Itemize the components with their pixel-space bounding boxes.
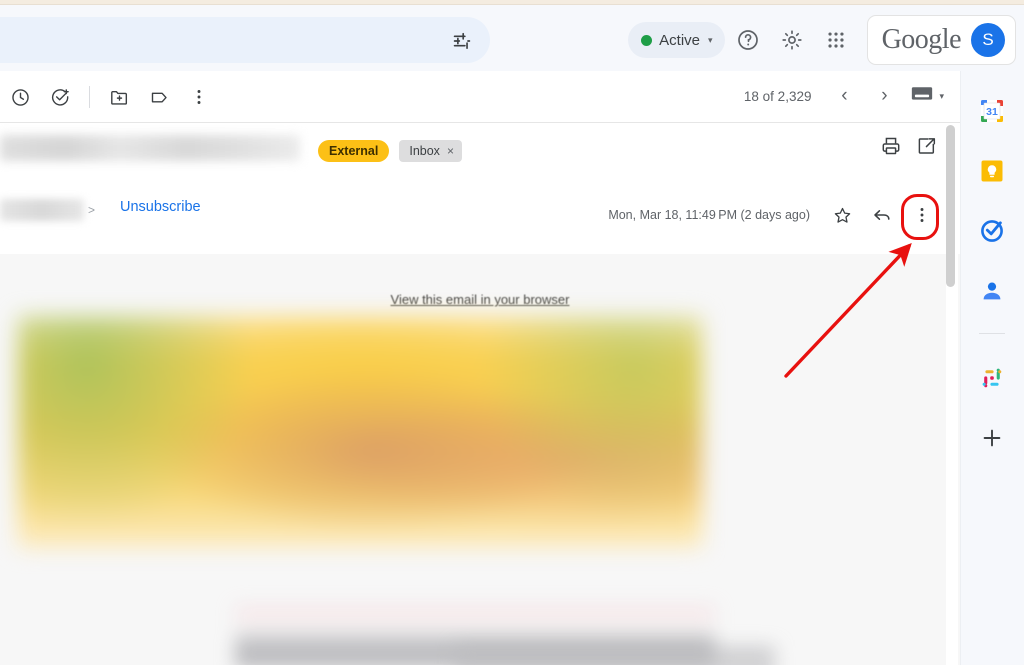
filter-tune-icon[interactable] [448,29,476,53]
star-button[interactable] [824,197,860,233]
status-badge[interactable]: Active ▾ [628,22,725,58]
folder-move-icon[interactable] [99,77,139,117]
email-banner-image-redacted [18,316,702,548]
sender-row: > Unsubscribe Mon, Mar 18, 11:49 PM (2 d… [0,185,960,251]
message-row-actions: Mon, Mar 18, 11:49 PM (2 days ago) [608,197,940,233]
label-chip-inbox[interactable]: Inbox × [399,140,462,162]
sender-name-redacted [0,199,84,221]
close-icon[interactable]: × [447,144,454,158]
google-tasks-icon[interactable] [972,211,1012,251]
message-more-button[interactable] [904,197,940,233]
unsubscribe-link[interactable]: Unsubscribe [120,199,201,215]
expand-details-caret[interactable]: > [88,203,95,217]
side-panel: 31 [960,71,1024,665]
gear-icon[interactable] [771,19,813,61]
app-header: Active ▾ Google S [0,5,1024,71]
google-calendar-icon[interactable]: 31 [972,91,1012,131]
status-badge-external[interactable]: External [318,140,390,162]
google-wordmark: Google [881,24,962,55]
message-body: View this email in your browser [0,254,960,665]
header-right-cluster: Active ▾ Google S [628,14,1016,66]
subject-text-redacted [0,135,300,161]
message-date: Mon, Mar 18, 11:49 PM (2 days ago) [608,208,810,222]
status-dot [641,34,653,46]
chevron-down-icon: ▾ [708,34,713,45]
message-header-actions [880,135,938,162]
previous-page-button[interactable]: ‹ [825,77,863,115]
message-scrollbar[interactable] [946,123,958,665]
message-pane: External Inbox × > Unsubscribe Mon, Mar … [0,123,960,665]
search-input[interactable] [0,17,490,63]
svg-text:31: 31 [986,106,998,118]
side-panel-divider [960,71,961,665]
chevron-down-icon: ▾ [939,90,944,101]
avatar[interactable]: S [971,23,1005,57]
label-chips: External Inbox × [318,140,462,162]
toolbar-left-actions [0,77,219,117]
open-in-new-icon[interactable] [916,135,938,162]
scrollbar-thumb[interactable] [946,125,955,287]
apps-grid-icon[interactable] [815,19,857,61]
keyboard-icon [911,85,933,107]
add-to-tasks-button[interactable] [40,77,80,117]
email-body-text-redacted-2 [455,646,775,665]
status-label: Active [659,31,701,49]
google-keep-icon[interactable] [972,151,1012,191]
pagination-count: 18 of 2,329 [743,88,812,104]
print-icon[interactable] [880,135,902,162]
more-options-button[interactable] [179,77,219,117]
google-account-box[interactable]: Google S [866,15,1016,65]
input-tools-button[interactable]: ▾ [905,77,950,115]
slack-icon[interactable] [972,358,1012,398]
label-chip-inbox-text: Inbox [409,144,440,158]
side-panel-separator [979,333,1005,334]
gmail-window: Active ▾ Google S 18 of 2,329 ‹ › ▾ Exte… [0,0,1024,665]
subject-row: External Inbox × [0,123,960,185]
toolbar-divider [89,86,90,108]
google-contacts-icon[interactable] [972,271,1012,311]
help-icon[interactable] [727,19,769,61]
reply-button[interactable] [864,197,900,233]
snooze-button[interactable] [0,77,40,117]
toolbar-right-actions: 18 of 2,329 ‹ › ▾ [744,77,950,115]
message-toolbar: 18 of 2,329 ‹ › ▾ [0,71,960,123]
label-tag-icon[interactable] [139,77,179,117]
next-page-button[interactable]: › [865,77,903,115]
get-addons-plus-icon[interactable] [972,418,1012,458]
view-in-browser-link[interactable]: View this email in your browser [0,292,960,307]
